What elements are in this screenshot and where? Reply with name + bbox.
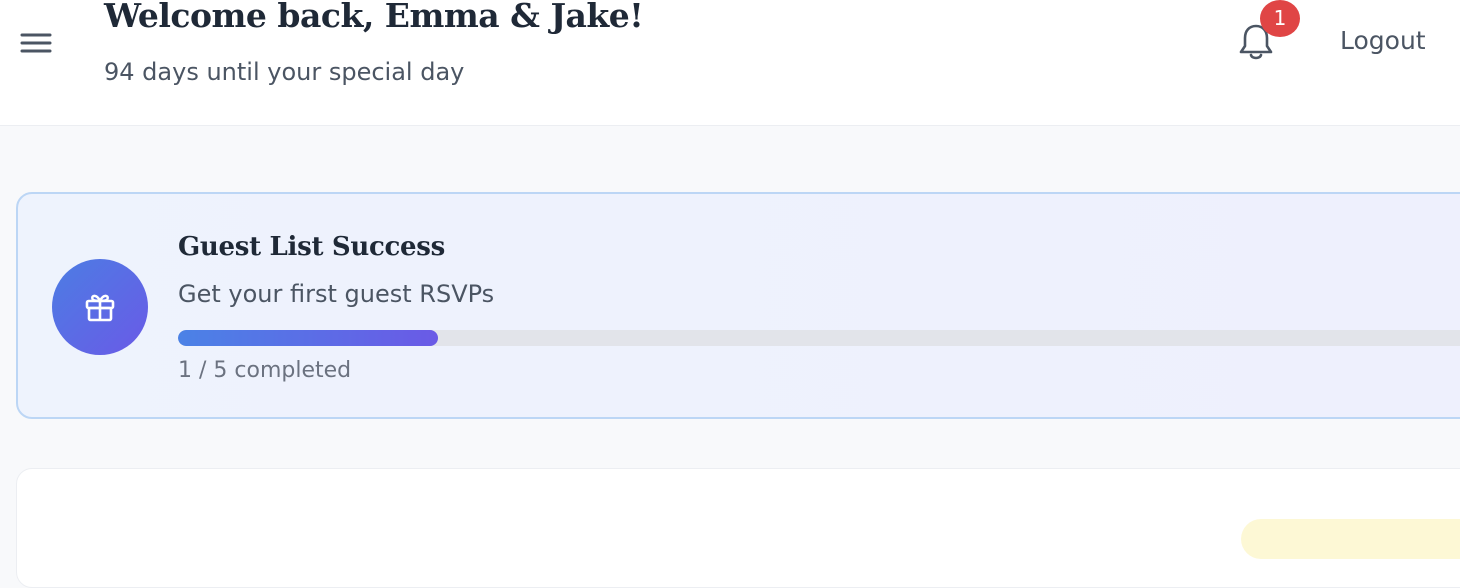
next-card	[16, 468, 1460, 588]
achievement-progress-fill	[178, 330, 438, 346]
achievement-badge	[52, 259, 148, 355]
notification-count-badge: 1	[1260, 0, 1300, 37]
logout-button[interactable]: Logout	[1340, 26, 1426, 55]
achievement-progress-bar	[178, 330, 1460, 346]
achievement-description: Get your first guest RSVPs	[178, 280, 495, 308]
achievement-title: Guest List Success	[178, 232, 445, 262]
status-chip	[1241, 519, 1460, 559]
top-header: Welcome back, Emma & Jake! 94 days until…	[0, 0, 1460, 126]
gift-icon	[85, 294, 115, 322]
countdown-subtitle: 94 days until your special day	[104, 58, 465, 86]
achievement-card: Guest List Success Get your first guest …	[16, 192, 1460, 419]
achievement-progress-text: 1 / 5 completed	[178, 358, 352, 383]
menu-icon	[20, 33, 52, 53]
menu-button[interactable]	[18, 28, 54, 58]
welcome-title: Welcome back, Emma & Jake!	[104, 0, 644, 35]
